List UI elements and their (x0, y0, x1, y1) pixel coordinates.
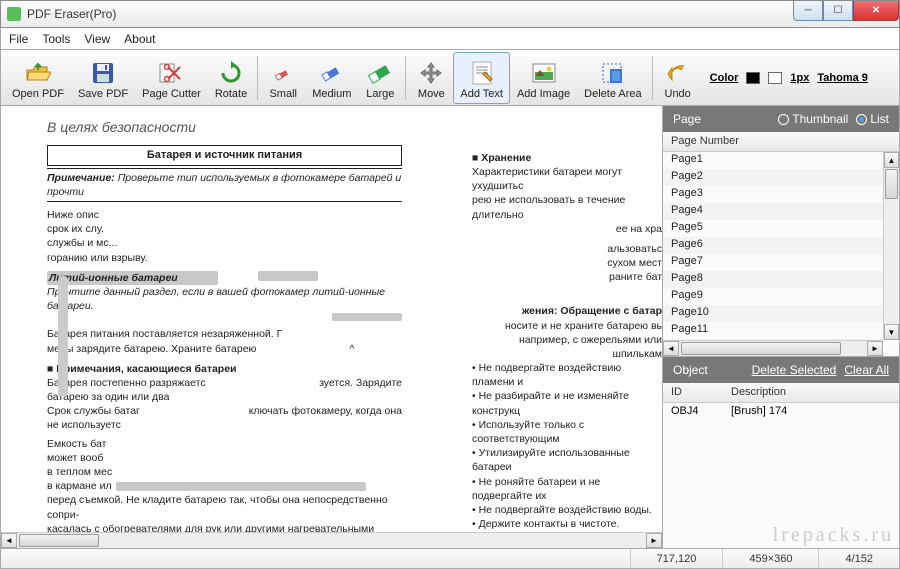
image-icon (531, 60, 557, 86)
save-pdf-button[interactable]: Save PDF (71, 52, 135, 104)
font-label[interactable]: Tahoma 9 (817, 72, 868, 84)
page-cutter-button[interactable]: Page Cutter (135, 52, 208, 104)
menu-about[interactable]: About (124, 32, 155, 46)
status-dimensions: 459×360 (722, 549, 818, 568)
menu-view[interactable]: View (84, 32, 110, 46)
text-page-icon (469, 60, 495, 86)
window-title: PDF Eraser(Pro) (27, 7, 116, 21)
document-viewport[interactable]: В целях безопасности Батарея и источник … (1, 106, 662, 548)
toolbar: Open PDF Save PDF Page Cutter Rotate Sma… (0, 50, 900, 106)
page-list: Page Number Page1Page2Page3Page4Page5Pag… (663, 132, 899, 357)
add-image-button[interactable]: Add Image (510, 52, 577, 104)
menu-bar: File Tools View About (0, 28, 900, 50)
scroll-thumb[interactable] (19, 534, 99, 547)
stroke-width-label[interactable]: 1px (790, 72, 809, 84)
view-thumbnail-radio[interactable]: Thumbnail (778, 112, 848, 126)
tool-properties: Color 1px Tahoma 9 (710, 72, 868, 84)
brush-stroke (58, 276, 68, 396)
clear-all-link[interactable]: Clear All (844, 363, 889, 377)
page-list-hscrollbar[interactable]: ◄► (663, 340, 883, 356)
color-swatch-black[interactable] (746, 72, 760, 84)
open-pdf-button[interactable]: Open PDF (5, 52, 71, 104)
page-row[interactable]: Page6 (663, 237, 883, 254)
color-label: Color (710, 72, 739, 84)
minimize-button[interactable]: ─ (793, 1, 823, 21)
page-row[interactable]: Page3 (663, 186, 883, 203)
box-title: Батарея и источник питания (47, 145, 402, 166)
object-list: IDDescription OBJ4[Brush] 174 (663, 383, 899, 548)
page-list-vscrollbar[interactable]: ▲▼ (883, 152, 899, 340)
scroll-left-icon[interactable]: ◄ (1, 533, 17, 548)
page-row[interactable]: Page5 (663, 220, 883, 237)
title-bar: PDF Eraser(Pro) ─ ☐ ✕ (0, 0, 900, 28)
page-row[interactable]: Page7 (663, 254, 883, 271)
page-row[interactable]: Page10 (663, 305, 883, 322)
delete-area-button[interactable]: Delete Area (577, 52, 648, 104)
undo-icon (665, 60, 691, 86)
canvas-hscrollbar[interactable]: ◄ ► (1, 532, 662, 548)
status-page: 4/152 (818, 549, 899, 568)
maximize-button[interactable]: ☐ (823, 1, 853, 21)
page-row[interactable]: Page1 (663, 152, 883, 169)
page-row[interactable]: Page8 (663, 271, 883, 288)
move-icon (418, 60, 444, 86)
save-icon (90, 60, 116, 86)
view-list-radio[interactable]: List (856, 112, 889, 126)
page-row[interactable]: Page4 (663, 203, 883, 220)
rotate-button[interactable]: Rotate (208, 52, 254, 104)
eraser-large-button[interactable]: Large (358, 52, 402, 104)
color-swatch-white[interactable] (768, 72, 782, 84)
page-panel-header: Page Thumbnail List (663, 106, 899, 132)
eraser-large-icon (367, 60, 393, 86)
page-row[interactable]: Page2 (663, 169, 883, 186)
object-row[interactable]: OBJ4[Brush] 174 (663, 403, 899, 419)
rotate-icon (218, 60, 244, 86)
eraser-medium-button[interactable]: Medium (305, 52, 358, 104)
delete-area-icon (600, 60, 626, 86)
folder-open-icon (25, 60, 51, 86)
status-coords: 717,120 (630, 549, 723, 568)
menu-tools[interactable]: Tools (42, 32, 70, 46)
eraser-small-icon (270, 60, 296, 86)
page-row[interactable]: Page11 (663, 322, 883, 339)
eraser-small-button[interactable]: Small (261, 52, 305, 104)
menu-file[interactable]: File (9, 32, 28, 46)
delete-selected-link[interactable]: Delete Selected (752, 363, 837, 377)
eraser-medium-icon (319, 60, 345, 86)
move-button[interactable]: Move (409, 52, 453, 104)
undo-button[interactable]: Undo (656, 52, 700, 104)
section-heading: В целях безопасности (47, 118, 662, 137)
app-icon (7, 7, 21, 21)
object-panel-header: Object Delete Selected Clear All (663, 357, 899, 383)
status-bar: 717,120 459×360 4/152 (0, 549, 900, 569)
scroll-right-icon[interactable]: ► (646, 533, 662, 548)
page-list-header[interactable]: Page Number (663, 132, 899, 152)
close-button[interactable]: ✕ (853, 1, 899, 21)
scissors-icon (158, 60, 184, 86)
page-row[interactable]: Page9 (663, 288, 883, 305)
add-text-button[interactable]: Add Text (453, 52, 510, 104)
